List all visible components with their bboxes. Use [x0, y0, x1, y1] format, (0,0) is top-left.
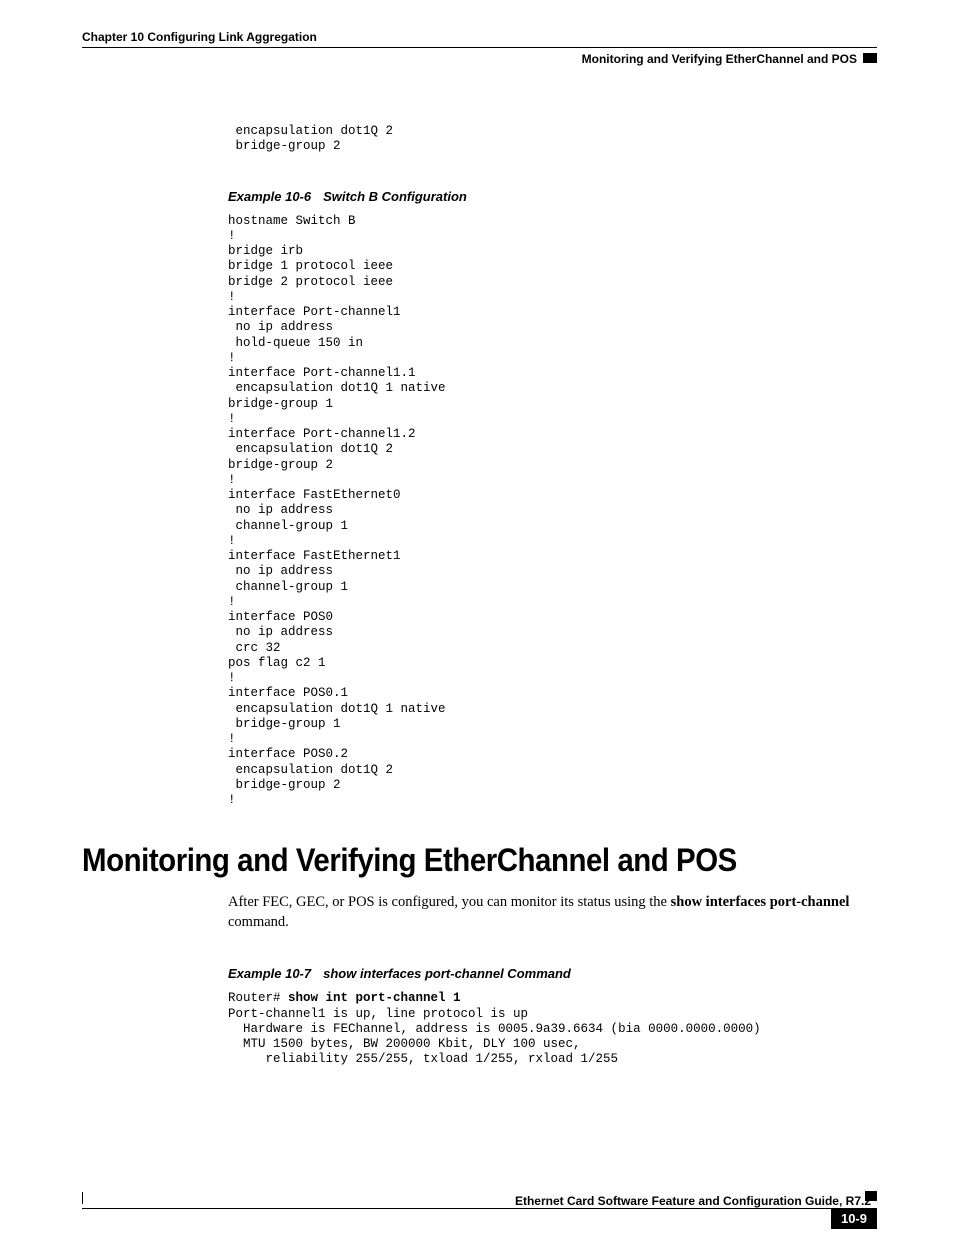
example-name: Switch B Configuration — [323, 189, 467, 204]
example-10-6-title: Example 10-6 Switch B Configuration — [228, 189, 868, 204]
code-block-intro: encapsulation dot1Q 2 bridge-group 2 — [228, 124, 868, 155]
chapter-header: Chapter 10 Configuring Link Aggregation — [82, 30, 877, 44]
router-output: Port-channel1 is up, line protocol is up… — [228, 1007, 761, 1067]
page-number-box: 10-9 — [831, 1208, 877, 1229]
router-command: show int port-channel 1 — [288, 991, 461, 1005]
footer-marker-icon — [865, 1191, 877, 1201]
chapter-title: Chapter 10 Configuring Link Aggregation — [82, 30, 317, 44]
footer-rule — [82, 1208, 877, 1209]
body-paragraph: After FEC, GEC, or POS is configured, yo… — [228, 893, 868, 932]
section-label-header: Monitoring and Verifying EtherChannel an… — [582, 52, 857, 66]
body-pre: After FEC, GEC, or POS is configured, yo… — [228, 894, 671, 910]
section-heading: Monitoring and Verifying EtherChannel an… — [82, 842, 805, 879]
page-content: Chapter 10 Configuring Link Aggregation … — [82, 30, 877, 1068]
body-post: command. — [228, 914, 289, 930]
body-command: show interfaces port-channel — [671, 894, 850, 910]
code-block-10-7: Router# show int port-channel 1 Port-cha… — [228, 991, 868, 1067]
header-rule — [82, 47, 877, 48]
example-number: Example 10-7 — [228, 966, 311, 981]
code-block-10-6: hostname Switch B ! bridge irb bridge 1 … — [228, 214, 868, 809]
footer-guide-row: Ethernet Card Software Feature and Confi… — [82, 1194, 877, 1208]
header-marker-icon — [863, 53, 877, 63]
router-prompt: Router# — [228, 991, 288, 1005]
footer-guide-label: Ethernet Card Software Feature and Confi… — [515, 1194, 871, 1208]
page-number: 10-9 — [841, 1211, 867, 1226]
sub-header: Monitoring and Verifying EtherChannel an… — [82, 52, 877, 74]
main-content: encapsulation dot1Q 2 bridge-group 2 Exa… — [228, 124, 868, 1068]
left-tick-mark — [82, 1192, 83, 1204]
page-footer: Ethernet Card Software Feature and Confi… — [82, 1192, 877, 1209]
example-number: Example 10-6 — [228, 189, 311, 204]
example-name: show interfaces port-channel Command — [323, 966, 571, 981]
example-10-7-title: Example 10-7 show interfaces port-channel… — [228, 966, 868, 981]
